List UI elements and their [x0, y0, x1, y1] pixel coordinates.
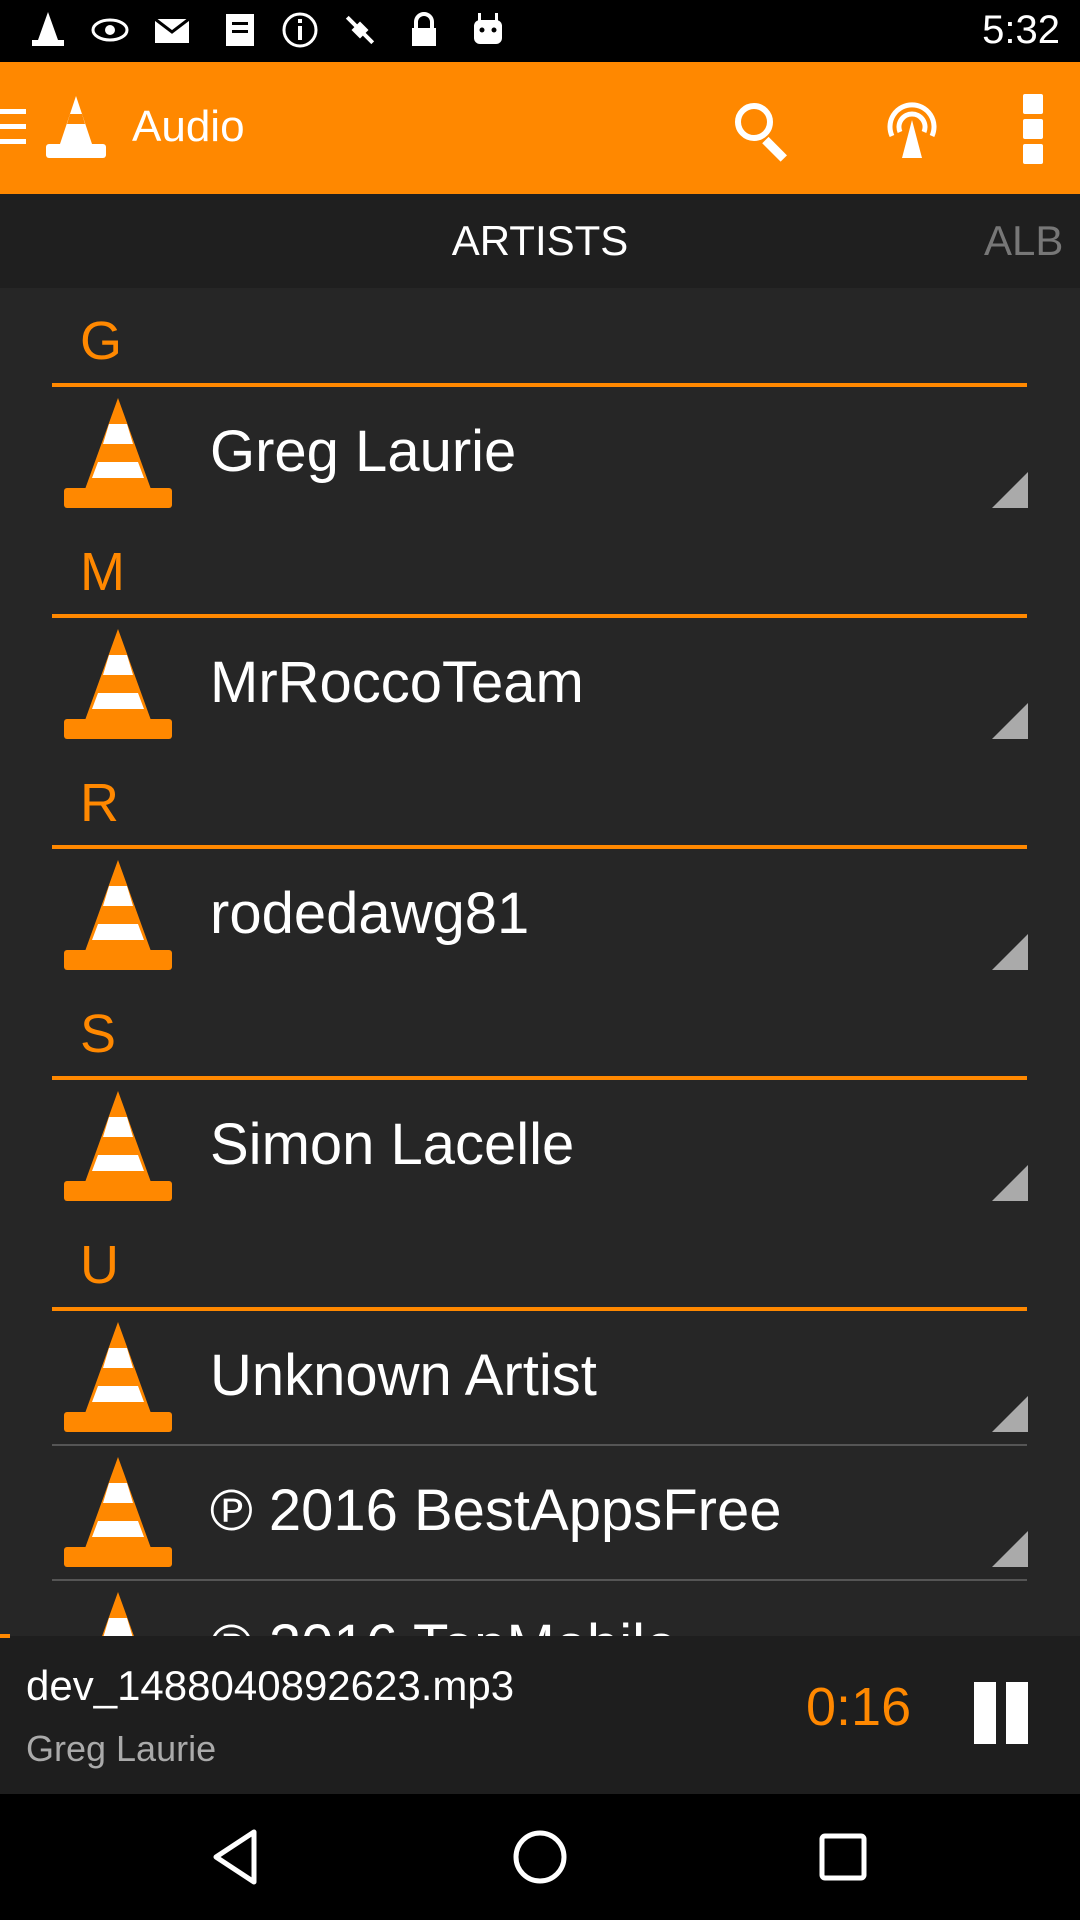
section-header-s: S: [80, 1004, 117, 1064]
search-icon[interactable]: [730, 98, 794, 162]
artist-name: Greg Laurie: [210, 419, 517, 484]
artist-list[interactable]: G Greg Laurie M MrRoccoTeam R rodedawg81…: [0, 288, 1080, 1636]
menu-icon[interactable]: [0, 107, 28, 147]
vlc-cone-icon: [32, 12, 64, 46]
section-header-r: R: [80, 773, 119, 833]
artist-row-topmobile[interactable]: ℗ 2016 TopMobile: [0, 1584, 1080, 1636]
app-bar: Audio: [0, 62, 1080, 194]
vlc-cone-icon: [64, 860, 172, 970]
info-icon: [282, 12, 318, 48]
fake-gps-icon: [345, 15, 375, 45]
pause-icon: [974, 1682, 996, 1744]
section-divider: [52, 1076, 1027, 1080]
mail-icon: [154, 17, 190, 43]
vlc-cone-icon: [64, 1457, 172, 1567]
artist-row-unknown-artist[interactable]: Unknown Artist: [0, 1314, 1080, 1442]
expand-triangle-icon[interactable]: [992, 1531, 1028, 1567]
vlc-logo-icon[interactable]: [44, 94, 108, 160]
expand-triangle-icon[interactable]: [992, 934, 1028, 970]
artist-name: Unknown Artist: [210, 1343, 597, 1408]
artist-name: Simon Lacelle: [210, 1112, 575, 1177]
vlc-cone-icon: [64, 1091, 172, 1201]
artist-row-simon-lacelle[interactable]: Simon Lacelle: [0, 1083, 1080, 1211]
android-icon: [474, 13, 502, 44]
elapsed-time: 0:16: [806, 1677, 912, 1737]
status-bar: 5:32: [0, 0, 1080, 62]
eye-icon: [91, 18, 129, 42]
section-header-g: G: [80, 311, 123, 371]
row-divider: [52, 1444, 1027, 1446]
mini-player[interactable]: dev_1488040892623.mp3 Greg Laurie 0:16: [0, 1634, 1080, 1794]
section-divider: [52, 614, 1027, 618]
status-time: 5:32: [982, 8, 1060, 52]
home-icon[interactable]: [507, 1824, 573, 1890]
expand-triangle-icon[interactable]: [992, 472, 1028, 508]
section-divider: [52, 845, 1027, 849]
recents-icon[interactable]: [810, 1824, 876, 1890]
artist-name: ℗ 2016 BestAppsFree: [210, 1478, 782, 1543]
artist-row-bestappsfree[interactable]: ℗ 2016 BestAppsFree: [0, 1449, 1080, 1577]
expand-triangle-icon[interactable]: [992, 703, 1028, 739]
tab-bar: ARTISTS ALB: [0, 194, 1080, 288]
progress-marker: [0, 1634, 10, 1638]
navigation-bar: [0, 1794, 1080, 1920]
pause-button[interactable]: [968, 1682, 1034, 1748]
vlc-cone-icon: [64, 398, 172, 508]
expand-triangle-icon[interactable]: [992, 1396, 1028, 1432]
section-divider: [52, 1307, 1027, 1311]
tab-albums[interactable]: ALB: [984, 194, 1063, 288]
section-divider: [52, 383, 1027, 387]
vlc-cone-icon: [64, 1322, 172, 1432]
artist-name: ℗ 2016 TopMobile: [210, 1612, 677, 1636]
tab-artists[interactable]: ARTISTS: [0, 194, 1080, 288]
artist-row-mrroccoteam[interactable]: MrRoccoTeam: [0, 621, 1080, 749]
vlc-cone-icon: [64, 629, 172, 739]
overflow-menu-icon[interactable]: [1020, 92, 1046, 164]
vlc-cone-icon: [102, 1592, 134, 1636]
cast-icon[interactable]: [880, 96, 944, 160]
row-divider: [52, 1579, 1027, 1581]
track-artist: Greg Laurie: [26, 1728, 217, 1769]
expand-triangle-icon[interactable]: [992, 1165, 1028, 1201]
lock-icon: [412, 12, 436, 46]
artist-name: rodedawg81: [210, 881, 530, 946]
section-header-m: M: [80, 542, 125, 602]
artist-row-rodedawg81[interactable]: rodedawg81: [0, 852, 1080, 980]
artist-row-greg-laurie[interactable]: Greg Laurie: [0, 390, 1080, 518]
back-icon[interactable]: [204, 1824, 270, 1890]
app-title: Audio: [132, 102, 245, 151]
track-title: dev_1488040892623.mp3: [26, 1662, 515, 1709]
artist-name: MrRoccoTeam: [210, 650, 584, 715]
clipboard-icon: [226, 14, 254, 46]
section-header-u: U: [80, 1235, 119, 1295]
